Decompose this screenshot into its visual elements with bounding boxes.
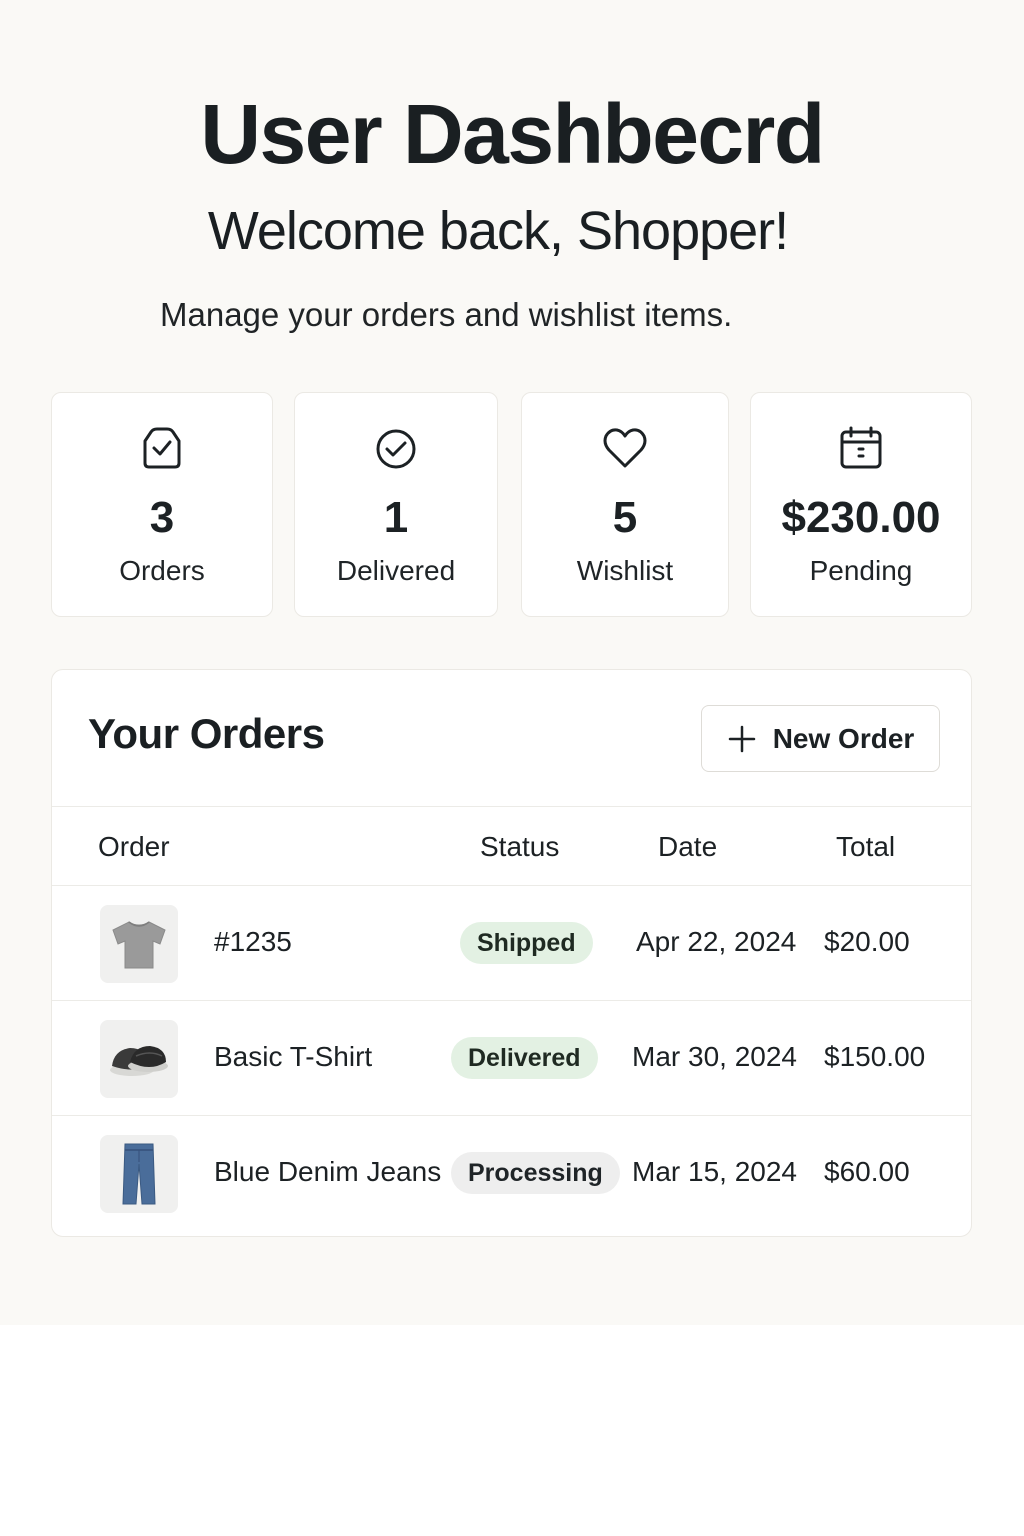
slippers-icon (110, 1046, 168, 1076)
orders-panel: Your Orders New Order Order Status Date … (51, 669, 972, 1237)
stat-value: $230.00 (781, 493, 941, 542)
heart-icon (603, 428, 647, 468)
column-header-status[interactable]: Status (480, 831, 559, 863)
stat-label: Orders (119, 555, 205, 586)
stat-label: Wishlist (576, 555, 674, 586)
shopping-bag-check-icon (143, 427, 181, 469)
plus-icon (728, 725, 755, 752)
status-badge: Processing (451, 1152, 620, 1194)
order-total: $60.00 (824, 1156, 910, 1187)
t-shirt-thumbnail (100, 905, 178, 983)
table-row[interactable]: Blue Denim Jeans Processing Mar 15, 2024… (52, 1116, 971, 1231)
order-name[interactable]: Blue Denim Jeans (214, 1156, 441, 1188)
status-badge: Shipped (460, 922, 593, 964)
t-shirt-icon (112, 921, 166, 969)
order-date: Mar 30, 2024 (632, 1041, 797, 1072)
order-name[interactable]: #1235 (214, 926, 292, 958)
new-order-button[interactable]: New Order (701, 705, 940, 772)
column-header-total[interactable]: Total (836, 831, 895, 863)
stat-card-pending[interactable]: $230.00 Pending (750, 392, 972, 617)
jeans-thumbnail (100, 1135, 178, 1213)
dashboard-page: User Dashbecrd Welcome back, Shopper! Ma… (0, 0, 1024, 1325)
stat-label: Delivered (336, 555, 456, 586)
check-circle-icon (376, 429, 416, 469)
column-header-order[interactable]: Order (98, 831, 170, 863)
order-total: $20.00 (824, 926, 910, 957)
jeans-icon (122, 1143, 156, 1205)
stat-value: 1 (383, 493, 409, 542)
stat-value: 3 (149, 493, 175, 542)
new-order-label: New Order (772, 722, 915, 754)
table-header: Order Status Date Total (52, 806, 971, 886)
stat-card-orders[interactable]: 3 Orders (51, 392, 273, 617)
order-date: Mar 15, 2024 (632, 1156, 797, 1187)
slippers-thumbnail (100, 1020, 178, 1098)
status-badge: Delivered (451, 1037, 598, 1079)
stat-label: Pending (809, 555, 913, 586)
table-row[interactable]: #1235 Shipped Apr 22, 2024 $20.00 (52, 886, 971, 1001)
order-total: $150.00 (824, 1041, 926, 1072)
column-header-date[interactable]: Date (658, 831, 717, 863)
page-subtitle: Manage your orders and wishlist items. (160, 296, 733, 333)
calendar-icon (840, 426, 882, 469)
order-name[interactable]: Basic T-Shirt (214, 1041, 372, 1073)
stat-card-wishlist[interactable]: 5 Wishlist (521, 392, 729, 617)
welcome-heading: Welcome back, Shopper! (207, 201, 789, 261)
table-row[interactable]: Basic T-Shirt Delivered Mar 30, 2024 $15… (52, 1001, 971, 1116)
order-date: Apr 22, 2024 (636, 926, 797, 957)
stat-value: 5 (612, 493, 638, 542)
orders-title: Your Orders (88, 710, 325, 757)
stat-card-delivered[interactable]: 1 Delivered (294, 392, 498, 617)
page-title: User Dashbecrd (200, 87, 825, 181)
